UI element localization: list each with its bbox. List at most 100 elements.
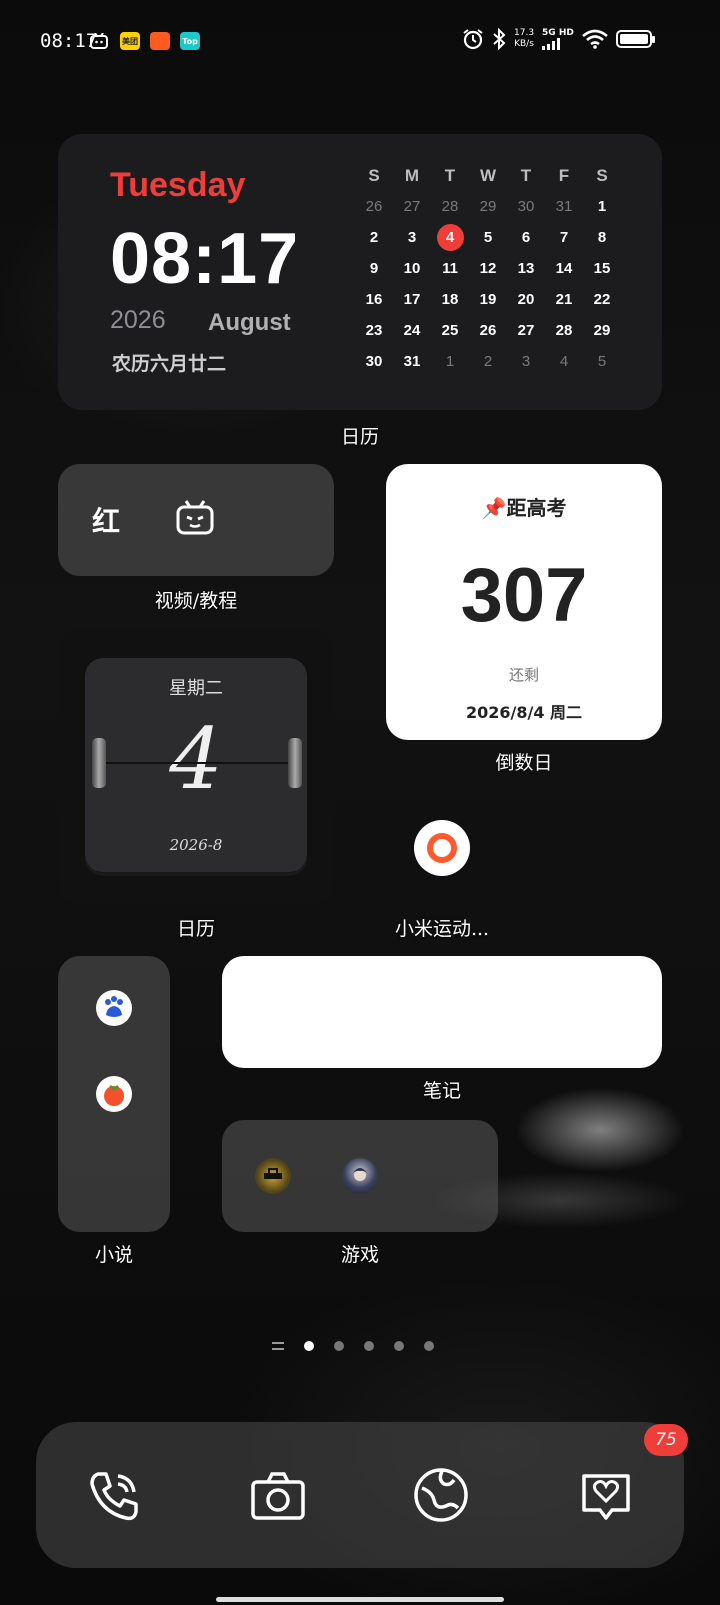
calendar-day: 11 xyxy=(442,260,458,277)
calendar-day: 13 xyxy=(517,260,535,277)
browser-icon[interactable] xyxy=(412,1466,470,1528)
calendar-day: 2 xyxy=(369,229,379,246)
countdown-widget-label: 倒数日 xyxy=(495,752,553,774)
weekday-header: T xyxy=(444,166,456,185)
calendar-day: 8 xyxy=(597,229,607,246)
battery-icon xyxy=(615,30,655,48)
calendar-widget-label: 日历 xyxy=(340,426,379,448)
camera-icon[interactable] xyxy=(250,1470,306,1526)
calendar-day: 17 xyxy=(403,291,421,308)
alarm-icon xyxy=(463,29,483,50)
cell-signal: 5G HD xyxy=(542,28,574,50)
anime-game-icon[interactable] xyxy=(342,1158,378,1194)
calendar-day: 10 xyxy=(403,260,421,277)
calendar-clock: 08:17 xyxy=(110,219,300,299)
page-dot-4[interactable] xyxy=(394,1341,404,1351)
flip-divider xyxy=(104,762,288,764)
fanqie-icon[interactable] xyxy=(96,1076,132,1112)
calendar-month: August xyxy=(208,309,291,336)
page-dot-5[interactable] xyxy=(424,1341,434,1351)
flip-hinge-right xyxy=(288,738,302,788)
weekday-header: S xyxy=(368,166,380,185)
page-menu-icon[interactable] xyxy=(272,1342,284,1350)
calendar-day: 18 xyxy=(441,291,459,308)
flip-calendar-day: 4 xyxy=(169,710,223,808)
calendar-day: 16 xyxy=(365,291,383,308)
calendar-weekday: Tuesday xyxy=(110,166,246,204)
status-time: 08:17 xyxy=(40,30,98,52)
countdown-remaining-label: 还剩 xyxy=(508,666,539,684)
calendar-today: 4 xyxy=(431,222,469,253)
calendar-day: 23 xyxy=(365,322,383,339)
calendar-day: 15 xyxy=(593,260,611,277)
calendar-day: 28 xyxy=(441,198,459,215)
calendar-day: 22 xyxy=(593,291,611,308)
meituan-icon: 美团 xyxy=(120,32,140,50)
video-folder-label: 视频/教程 xyxy=(154,590,238,612)
baidu-icon[interactable] xyxy=(96,990,132,1026)
calendar-day: 19 xyxy=(479,291,497,308)
red-app-icon[interactable]: 红 xyxy=(92,500,120,540)
page-dot-2[interactable] xyxy=(334,1341,344,1351)
bilibili-notification-icon xyxy=(90,32,108,49)
calendar-day: 21 xyxy=(555,291,573,308)
calendar-day: 1 xyxy=(597,198,607,215)
calendar-day: 9 xyxy=(369,260,379,277)
status-right: 17.3 KB/s 5G HD xyxy=(462,28,655,50)
calendar-day: 31 xyxy=(403,353,421,370)
calendar-day: 28 xyxy=(555,322,573,339)
themes-icon[interactable] xyxy=(578,1468,634,1528)
calendar-day: 2 xyxy=(483,353,493,370)
calendar-day: 14 xyxy=(555,260,573,277)
page-dot-1[interactable] xyxy=(304,1341,314,1351)
weekday-header: S xyxy=(596,166,608,185)
phone-icon[interactable] xyxy=(86,1468,142,1528)
calendar-day: 7 xyxy=(559,229,569,246)
bilibili-icon[interactable] xyxy=(176,500,214,540)
calendar-day: 26 xyxy=(479,322,497,339)
call-of-duty-icon[interactable] xyxy=(255,1158,291,1194)
signal-icon xyxy=(542,38,561,50)
calendar-day: 5 xyxy=(597,353,607,370)
weekday-header: W xyxy=(479,166,497,185)
calendar-day: 27 xyxy=(403,198,421,215)
calendar-day: 4 xyxy=(559,353,569,370)
calendar-day: 31 xyxy=(555,198,573,215)
calendar-day: 30 xyxy=(517,198,535,215)
notes-widget-label: 笔记 xyxy=(422,1080,461,1102)
calendar-lunar-date: 农历六月廿二 xyxy=(112,353,227,375)
home-gesture-bar[interactable] xyxy=(216,1597,504,1602)
notes-widget[interactable] xyxy=(222,956,662,1068)
calendar-day: 5 xyxy=(483,229,493,246)
calendar-day: 1 xyxy=(445,353,455,370)
flip-calendar-weekday: 星期二 xyxy=(169,678,223,699)
weekday-header: M xyxy=(404,166,420,185)
calendar-day: 3 xyxy=(521,353,531,370)
bluetooth-icon xyxy=(493,28,506,50)
calendar-year: 2026 xyxy=(110,306,166,334)
calendar-day: 26 xyxy=(365,198,383,215)
mi-fitness-label: 小米运动... xyxy=(394,918,490,940)
flip-calendar-year-month: 2026-8 xyxy=(169,836,223,854)
flip-hinge-left xyxy=(92,738,106,788)
calendar-day: 20 xyxy=(517,291,535,308)
calendar-day: 12 xyxy=(479,260,497,277)
weekday-header: F xyxy=(558,166,570,185)
page-indicator[interactable] xyxy=(272,1341,434,1351)
calendar-day: 27 xyxy=(517,322,535,339)
flip-calendar-label: 日历 xyxy=(176,918,215,940)
wifi-icon xyxy=(582,29,608,49)
countdown-title: 📌距高考 xyxy=(481,496,567,520)
calendar-day: 30 xyxy=(365,353,383,370)
taobao-icon xyxy=(150,32,170,50)
weekday-header: T xyxy=(520,166,532,185)
calendar-day: 25 xyxy=(441,322,459,339)
games-folder-label: 游戏 xyxy=(340,1244,379,1266)
mi-fitness-icon[interactable] xyxy=(414,820,470,876)
page-dot-3[interactable] xyxy=(364,1341,374,1351)
network-speed: 17.3 KB/s xyxy=(514,28,535,49)
countdown-date: 2026/8/4 周二 xyxy=(465,703,583,722)
calendar-day: 29 xyxy=(593,322,611,339)
calendar-month-grid: S M T W T F S 26 27 28 29 30 31 1 2 3 4 5 6 7 8 9 10 11 12 13 14 15… xyxy=(355,160,613,377)
calendar-day: 29 xyxy=(479,198,497,215)
